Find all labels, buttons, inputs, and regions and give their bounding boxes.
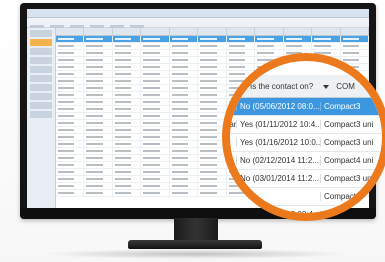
table-row[interactable]: CompanyYes (01/11/2012 10:4...Compact3 u… bbox=[224, 116, 382, 134]
magnified-grid-header: Is the contact on? COM bbox=[230, 75, 382, 98]
table-row[interactable]: No (02/12/2014 11:2... Compact4 uni bbox=[230, 152, 382, 170]
sidebar-item[interactable] bbox=[30, 84, 52, 91]
sidebar-item[interactable] bbox=[30, 30, 52, 37]
table-cell: Company bbox=[224, 120, 236, 129]
product-illustration: Is the contact on? COM No (05/06/2012 08… bbox=[0, 0, 385, 262]
table-cell: rd bbox=[230, 138, 236, 147]
grid-header bbox=[56, 28, 369, 36]
sidebar-item[interactable] bbox=[30, 75, 52, 82]
table-cell: Compact4 uni bbox=[320, 156, 382, 165]
sidebar-item[interactable] bbox=[30, 93, 52, 100]
table-cell: No (05/06/2012 08:0... bbox=[236, 102, 320, 111]
sidebar-item-active[interactable] bbox=[30, 39, 52, 46]
table-row[interactable]: Compact2 bbox=[230, 188, 382, 206]
magnified-grid: Is the contact on? COM No (05/06/2012 08… bbox=[224, 75, 382, 213]
sidebar-item[interactable] bbox=[30, 111, 52, 118]
sort-arrow-icon[interactable] bbox=[323, 84, 329, 89]
monitor-stand-base bbox=[128, 240, 262, 249]
table-cell: Compact3 uni bbox=[320, 138, 382, 147]
table-cell: Compact3 uni bbox=[320, 120, 382, 129]
table-row[interactable] bbox=[56, 36, 369, 43]
table-row[interactable]: No (05/06/2012 08:0... Compact3 bbox=[230, 98, 382, 116]
table-row[interactable] bbox=[56, 43, 369, 50]
monitor-stand-neck bbox=[174, 218, 218, 242]
table-cell: Compact2 bbox=[320, 192, 382, 201]
app-sidebar bbox=[27, 28, 56, 208]
app-title-bar bbox=[27, 9, 369, 18]
table-cell: No (03/01/2014 11:2... bbox=[236, 174, 320, 183]
table-cell: Compact3 bbox=[320, 102, 382, 111]
magnifier-callout: Is the contact on? COM No (05/06/2012 08… bbox=[222, 53, 385, 221]
app-ribbon bbox=[27, 18, 369, 29]
sidebar-item[interactable] bbox=[30, 48, 52, 55]
column-header-contact-on[interactable]: Is the contact on? bbox=[250, 82, 313, 91]
sidebar-item[interactable] bbox=[30, 102, 52, 109]
sidebar-item[interactable] bbox=[30, 57, 52, 64]
table-cell: No (02/12/2014 11:2... bbox=[236, 156, 320, 165]
magnified-rows: No (05/06/2012 08:0...Compact3CompanyYes… bbox=[224, 98, 382, 213]
table-cell: Compact3 uni bbox=[320, 174, 382, 183]
table-row[interactable]: rd_F...No (03/01/2014 11:2...Compact3 un… bbox=[230, 170, 382, 188]
table-cell: Yes (01/16/2012 10:0... bbox=[236, 138, 320, 147]
sidebar-item[interactable] bbox=[30, 66, 52, 73]
monitor-shadow bbox=[40, 249, 350, 259]
table-row[interactable]: rdYes (01/16/2012 10:0...Compact3 uni bbox=[230, 134, 382, 152]
column-header-com[interactable]: COM bbox=[336, 82, 355, 91]
table-cell: Yes (01/11/2012 10:4... bbox=[236, 120, 320, 129]
sort-arrow-icon[interactable] bbox=[239, 84, 245, 88]
